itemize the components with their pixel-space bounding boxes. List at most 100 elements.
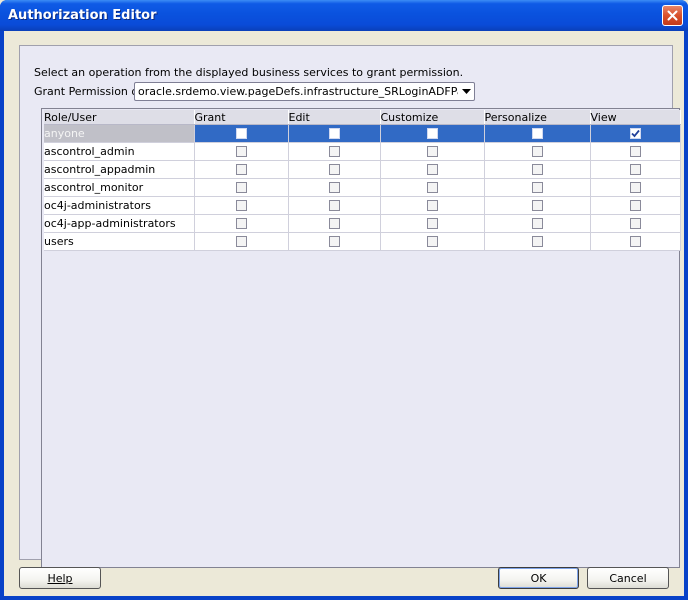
grant-checkbox[interactable] bbox=[235, 164, 247, 175]
customize-checkbox[interactable] bbox=[426, 200, 438, 211]
grant-permission-dropdown[interactable]: oracle.srdemo.view.pageDefs.infrastructu… bbox=[134, 82, 475, 101]
role-name-cell[interactable]: users bbox=[44, 232, 195, 251]
view-cell bbox=[590, 232, 681, 251]
role-name-cell[interactable]: oc4j-app-administrators bbox=[44, 214, 195, 233]
role-name-cell[interactable]: ascontrol_admin bbox=[44, 142, 195, 161]
ok-button[interactable]: OK bbox=[498, 567, 579, 589]
personalize-checkbox[interactable] bbox=[531, 200, 543, 211]
customize-cell bbox=[380, 214, 485, 233]
close-button[interactable] bbox=[662, 5, 683, 26]
role-name-cell[interactable]: oc4j-administrators bbox=[44, 196, 195, 215]
customize-cell bbox=[380, 160, 485, 179]
view-checkbox[interactable] bbox=[629, 128, 641, 139]
column-header-view[interactable]: View bbox=[590, 110, 681, 125]
personalize-checkbox[interactable] bbox=[531, 146, 543, 157]
edit-checkbox[interactable] bbox=[328, 164, 340, 175]
personalize-checkbox[interactable] bbox=[531, 236, 543, 247]
role-name-cell[interactable]: ascontrol_appadmin bbox=[44, 160, 195, 179]
view-checkbox[interactable] bbox=[629, 236, 641, 247]
column-header-role[interactable]: Role/User bbox=[44, 110, 195, 125]
edit-checkbox[interactable] bbox=[328, 146, 340, 157]
edit-checkbox[interactable] bbox=[328, 236, 340, 247]
title-bar[interactable]: Authorization Editor bbox=[0, 0, 688, 31]
grant-checkbox[interactable] bbox=[235, 146, 247, 157]
customize-cell bbox=[380, 196, 485, 215]
grant-cell bbox=[194, 160, 289, 179]
view-cell bbox=[590, 124, 681, 143]
role-name-cell[interactable]: anyone bbox=[44, 124, 195, 143]
customize-checkbox[interactable] bbox=[426, 236, 438, 247]
personalize-cell bbox=[484, 196, 591, 215]
table-row[interactable]: oc4j-administrators bbox=[44, 196, 681, 215]
grant-cell bbox=[194, 142, 289, 161]
instruction-text: Select an operation from the displayed b… bbox=[34, 66, 464, 79]
edit-checkbox[interactable] bbox=[328, 200, 340, 211]
grant-checkbox[interactable] bbox=[235, 236, 247, 247]
customize-checkbox[interactable] bbox=[426, 182, 438, 193]
edit-cell bbox=[288, 178, 381, 197]
chevron-down-icon[interactable] bbox=[458, 88, 474, 95]
customize-cell bbox=[380, 124, 485, 143]
view-checkbox[interactable] bbox=[629, 218, 641, 229]
table-row[interactable]: users bbox=[44, 232, 681, 251]
column-header-grant[interactable]: Grant bbox=[194, 110, 289, 125]
grant-cell bbox=[194, 214, 289, 233]
customize-cell bbox=[380, 232, 485, 251]
edit-cell bbox=[288, 160, 381, 179]
grant-checkbox[interactable] bbox=[235, 182, 247, 193]
view-cell bbox=[590, 178, 681, 197]
view-checkbox[interactable] bbox=[629, 164, 641, 175]
edit-cell bbox=[288, 142, 381, 161]
column-header-edit[interactable]: Edit bbox=[288, 110, 381, 125]
edit-cell bbox=[288, 124, 381, 143]
table-row[interactable]: ascontrol_monitor bbox=[44, 178, 681, 197]
personalize-cell bbox=[484, 214, 591, 233]
help-button[interactable]: Help bbox=[19, 567, 101, 589]
table-row[interactable]: ascontrol_admin bbox=[44, 142, 681, 161]
edit-checkbox[interactable] bbox=[328, 218, 340, 229]
view-checkbox[interactable] bbox=[629, 146, 641, 157]
personalize-checkbox[interactable] bbox=[531, 218, 543, 229]
customize-checkbox[interactable] bbox=[426, 146, 438, 157]
content-panel: Select an operation from the displayed b… bbox=[19, 45, 681, 568]
personalize-cell bbox=[484, 142, 591, 161]
personalize-checkbox[interactable] bbox=[531, 182, 543, 193]
edit-checkbox[interactable] bbox=[328, 128, 340, 139]
customize-cell bbox=[380, 142, 485, 161]
grant-checkbox[interactable] bbox=[235, 200, 247, 211]
cancel-button-label: Cancel bbox=[609, 571, 647, 585]
column-header-personalize[interactable]: Personalize bbox=[484, 110, 591, 125]
grant-cell bbox=[194, 178, 289, 197]
view-cell bbox=[590, 196, 681, 215]
customize-checkbox[interactable] bbox=[426, 218, 438, 229]
column-header-customize[interactable]: Customize bbox=[380, 110, 485, 125]
personalize-checkbox[interactable] bbox=[531, 128, 543, 139]
edit-checkbox[interactable] bbox=[328, 182, 340, 193]
personalize-cell bbox=[484, 232, 591, 251]
table-row[interactable]: oc4j-app-administrators bbox=[44, 214, 681, 233]
edit-cell bbox=[288, 232, 381, 251]
grant-cell bbox=[194, 196, 289, 215]
table-row[interactable]: ascontrol_appadmin bbox=[44, 160, 681, 179]
grant-permission-label: Grant Permission on: bbox=[34, 85, 149, 98]
grant-checkbox[interactable] bbox=[235, 128, 247, 139]
customize-checkbox[interactable] bbox=[426, 128, 438, 139]
grant-cell bbox=[194, 124, 289, 143]
personalize-checkbox[interactable] bbox=[531, 164, 543, 175]
personalize-cell bbox=[484, 124, 591, 143]
customize-cell bbox=[380, 178, 485, 197]
ok-button-label: OK bbox=[530, 571, 547, 585]
customize-checkbox[interactable] bbox=[426, 164, 438, 175]
view-cell bbox=[590, 142, 681, 161]
view-checkbox[interactable] bbox=[629, 182, 641, 193]
cancel-button[interactable]: Cancel bbox=[587, 567, 669, 589]
grant-permission-value: oracle.srdemo.view.pageDefs.infrastructu… bbox=[138, 85, 458, 98]
view-checkbox[interactable] bbox=[629, 200, 641, 211]
grant-cell bbox=[194, 232, 289, 251]
grant-checkbox[interactable] bbox=[235, 218, 247, 229]
dialog-body: Select an operation from the displayed b… bbox=[4, 31, 684, 596]
close-icon bbox=[667, 10, 678, 21]
role-name-cell[interactable]: ascontrol_monitor bbox=[44, 178, 195, 197]
edit-cell bbox=[288, 214, 381, 233]
table-row[interactable]: anyone bbox=[44, 124, 681, 143]
